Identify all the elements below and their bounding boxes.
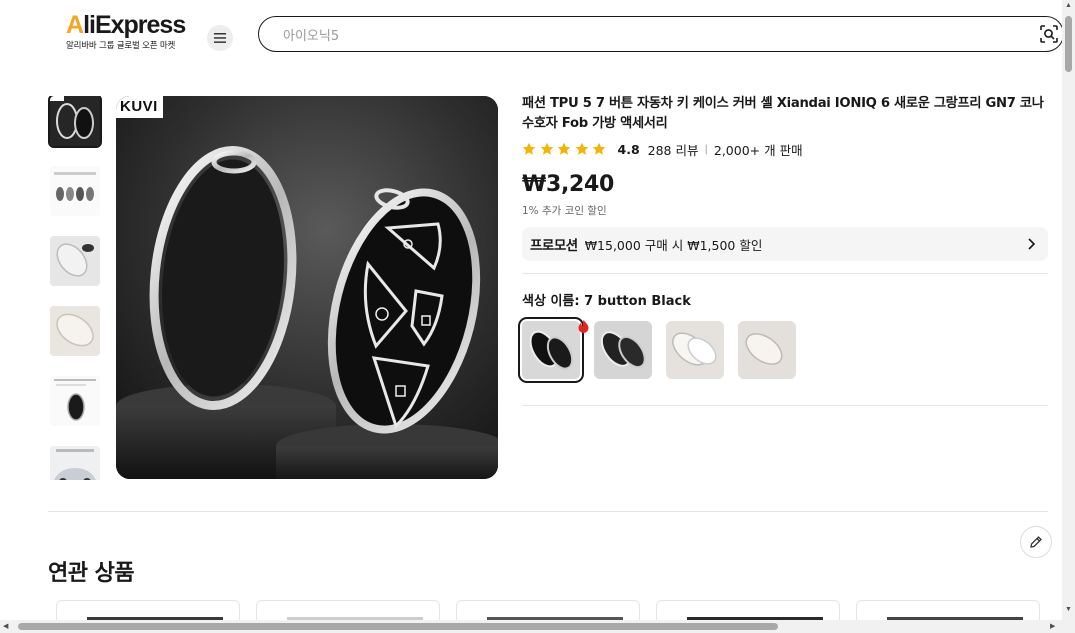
scroll-right-arrow-icon[interactable]: ▶ — [1050, 623, 1055, 631]
related-card[interactable] — [56, 600, 240, 623]
logo-letter-a: A — [66, 11, 84, 39]
promotion-banner[interactable]: 프로모션 ₩15,000 구매 시 ₩1,500 할인 — [522, 227, 1048, 261]
color-swatches — [518, 317, 1048, 383]
search-input[interactable]: 아이오닉5 — [283, 25, 339, 44]
related-products-list — [56, 600, 1056, 623]
review-count[interactable]: 288 리뷰 — [648, 140, 699, 159]
menu-button[interactable] — [207, 25, 233, 51]
logo-tagline: 알리바바 그룹 글로벌 오픈 마켓 — [66, 41, 176, 51]
related-card[interactable] — [656, 600, 840, 623]
thumbnail-4[interactable] — [50, 306, 100, 356]
rating-value: 4.8 — [617, 141, 640, 157]
divider — [522, 405, 1048, 406]
main-product-image[interactable]: KUVI — [116, 96, 498, 479]
aliexpress-logo[interactable]: AliExpress 알리바바 그룹 글로벌 오픈 마켓 — [66, 11, 186, 51]
hamburger-icon — [214, 33, 226, 43]
brand-tag: KUVI — [116, 96, 163, 118]
vertical-scroll-thumb[interactable] — [1065, 16, 1072, 72]
separator: | — [704, 143, 708, 155]
swatch-white-2[interactable] — [738, 321, 796, 379]
product-title: 패션 TPU 5 7 버튼 자동차 키 케이스 커버 셸 Xiandai ION… — [522, 96, 1044, 131]
horizontal-scroll-thumb[interactable] — [18, 623, 778, 630]
hot-flame-icon — [578, 320, 589, 333]
swatch-black-2[interactable] — [594, 321, 652, 379]
scroll-up-arrow-icon[interactable]: ▲ — [1065, 2, 1072, 10]
scroll-down-arrow-icon[interactable]: ▼ — [1065, 606, 1072, 614]
image-search-icon[interactable] — [1039, 24, 1059, 44]
star-icon — [575, 142, 588, 155]
sold-count: 2,000+ 개 판매 — [713, 142, 803, 158]
thumbnail-1[interactable] — [48, 96, 102, 148]
horizontal-scrollbar[interactable]: ◀ ▶ — [0, 620, 1062, 633]
thumbnail-5[interactable] — [50, 376, 100, 426]
related-card[interactable] — [256, 600, 440, 623]
product-info: 패션 TPU 5 7 버튼 자동차 키 케이스 커버 셸 Xiandai ION… — [518, 94, 1048, 406]
divider — [522, 273, 1048, 274]
promotion-label: 프로모션 — [530, 238, 578, 254]
thumbnail-list — [48, 96, 102, 480]
star-icon — [522, 142, 536, 155]
thumbnail-2[interactable] — [50, 166, 100, 216]
key-case-illustration — [116, 96, 498, 479]
logo-wordmark: liExpress — [83, 11, 186, 39]
star-icon — [557, 142, 571, 155]
header: AliExpress 알리바바 그룹 글로벌 오픈 마켓 아이오닉5 — [0, 0, 1064, 72]
search-bar[interactable]: 아이오닉5 — [258, 16, 1064, 52]
vertical-scrollbar[interactable]: ▲ ▼ — [1062, 0, 1075, 633]
related-card[interactable] — [456, 600, 640, 623]
thumbnail-3[interactable] — [50, 236, 100, 286]
related-card[interactable] — [856, 600, 1040, 623]
coin-discount: 1% 추가 코인 할인 — [522, 205, 607, 217]
promotion-text: ₩15,000 구매 시 ₩1,500 할인 — [584, 237, 763, 253]
color-name-label: 색상 이름: 7 button Black — [522, 294, 691, 309]
price: ₩3,240 — [522, 172, 615, 197]
swatch-white[interactable] — [666, 321, 724, 379]
section-divider — [48, 511, 1048, 512]
star-icon — [540, 142, 553, 155]
swatch-black[interactable] — [518, 317, 584, 383]
pencil-icon — [1030, 536, 1042, 548]
edit-button[interactable] — [1020, 526, 1052, 558]
scroll-left-arrow-icon[interactable]: ◀ — [3, 623, 8, 631]
related-products-title: 연관 상품 — [48, 561, 135, 586]
star-icon — [592, 142, 606, 155]
star-rating — [522, 142, 610, 156]
thumbnail-6[interactable] — [50, 446, 100, 480]
chevron-right-icon — [1028, 238, 1036, 250]
rating-row[interactable]: 4.8 288 리뷰 | 2,000+ 개 판매 — [522, 140, 1048, 159]
